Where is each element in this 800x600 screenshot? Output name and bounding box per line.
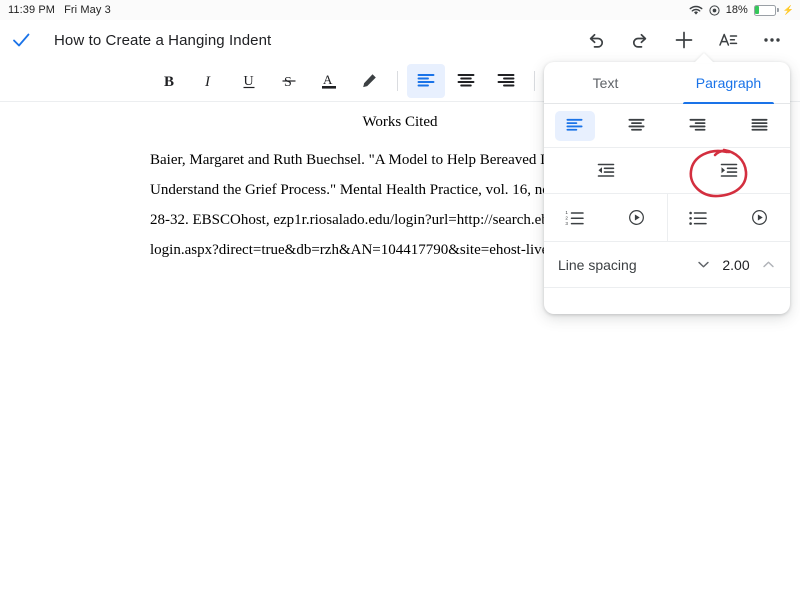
text-style-group: B I U S A (0, 64, 389, 98)
decrease-indent-icon (586, 156, 626, 186)
align-right-button[interactable] (487, 64, 525, 98)
align-left-icon (554, 110, 595, 141)
bulleted-list-options-button[interactable] (750, 208, 769, 227)
battery-icon (753, 4, 779, 16)
undo-button[interactable] (584, 28, 608, 52)
page-title[interactable]: How to Create a Hanging Indent (54, 32, 271, 49)
increase-indent-button[interactable] (667, 154, 790, 188)
more-options-button[interactable] (760, 28, 784, 52)
line-spacing-label: Line spacing (558, 256, 637, 273)
increase-indent-icon (709, 156, 749, 186)
checkmark-icon[interactable] (0, 20, 42, 60)
align-justify-icon (739, 111, 779, 141)
panel-indent-row (544, 148, 790, 194)
toolbar-divider-2 (534, 70, 535, 91)
panel-align-right-button[interactable] (667, 109, 729, 143)
app-bar-actions (584, 28, 800, 52)
align-right-icon (678, 111, 718, 141)
svg-text:S: S (284, 75, 292, 90)
status-date: Fri May 3 (64, 4, 111, 16)
highlighter-icon[interactable] (350, 64, 388, 98)
bulleted-list-cell (668, 194, 791, 241)
panel-align-justify-button[interactable] (729, 109, 791, 143)
gear-icon (709, 4, 720, 16)
status-time: 11:39 PM (8, 4, 56, 16)
app-bar: How to Create a Hanging Indent (0, 20, 800, 60)
align-left-button[interactable] (407, 63, 445, 98)
alignment-group (406, 63, 526, 98)
numbered-list-button[interactable]: 1 2 3 (565, 208, 585, 228)
battery-percent: 18% (725, 4, 748, 16)
decrease-indent-button[interactable] (544, 154, 667, 188)
wifi-icon (689, 5, 703, 16)
align-center-icon (616, 111, 656, 141)
doc-editor-screen: 11:39 PM Fri May 3 18% ⚡ How to Create a… (0, 0, 800, 600)
chevron-down-icon[interactable] (696, 257, 711, 272)
paragraph-format-panel: Text Paragraph 1 2 3 Line spacing 2.00 (544, 62, 790, 314)
status-bar-left: 11:39 PM Fri May 3 (0, 4, 111, 16)
panel-caret (694, 53, 714, 63)
svg-text:1: 1 (565, 210, 568, 215)
chevron-up-icon[interactable] (761, 257, 776, 272)
panel-align-center-button[interactable] (606, 109, 668, 143)
bulleted-list-button[interactable] (688, 208, 708, 228)
svg-text:2: 2 (565, 215, 568, 220)
line-spacing-control: 2.00 (696, 257, 776, 273)
panel-align-left-button[interactable] (544, 109, 606, 143)
tab-paragraph[interactable]: Paragraph (667, 62, 790, 104)
line-spacing-value[interactable]: 2.00 (721, 257, 751, 273)
line-spacing-row: Line spacing 2.00 (544, 242, 790, 288)
bold-button[interactable]: B (150, 64, 188, 98)
charging-bolt-icon: ⚡ (782, 4, 794, 15)
svg-text:B: B (164, 74, 174, 90)
redo-button[interactable] (628, 28, 652, 52)
svg-text:I: I (204, 74, 211, 90)
panel-tabs: Text Paragraph (544, 62, 790, 104)
text-color-button[interactable]: A (310, 64, 348, 98)
numbered-list-cell: 1 2 3 (544, 194, 668, 241)
underline-button[interactable]: U (230, 64, 268, 98)
svg-text:A: A (323, 72, 333, 87)
tab-text[interactable]: Text (544, 62, 667, 103)
numbered-list-options-button[interactable] (627, 208, 646, 227)
svg-text:U: U (244, 74, 254, 89)
italic-button[interactable]: I (190, 64, 228, 98)
insert-button[interactable] (672, 28, 696, 52)
align-center-button[interactable] (447, 64, 485, 98)
status-bar: 11:39 PM Fri May 3 18% ⚡ (0, 0, 800, 20)
panel-alignment-row (544, 104, 790, 148)
strikethrough-button[interactable]: S (270, 64, 308, 98)
status-bar-right: 18% ⚡ (689, 4, 800, 16)
panel-lists-row: 1 2 3 (544, 194, 790, 242)
toolbar-divider (397, 70, 398, 91)
format-text-icon[interactable] (716, 28, 740, 52)
svg-text:3: 3 (565, 221, 568, 226)
